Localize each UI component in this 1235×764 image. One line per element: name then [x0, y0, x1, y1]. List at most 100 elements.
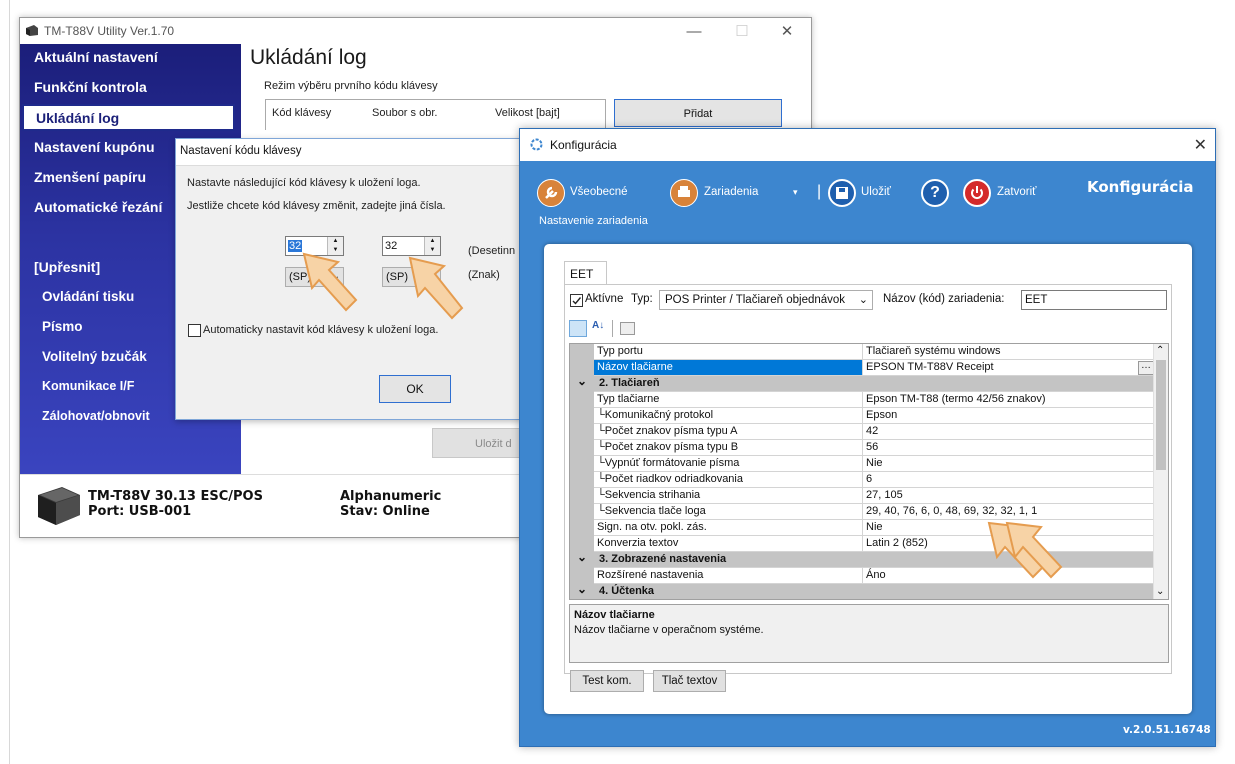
property-row[interactable]: Názov tlačiarne EPSON TM-T88V Receipt…	[570, 359, 1156, 376]
property-pages-icon[interactable]	[620, 322, 635, 335]
property-value[interactable]: 27, 105	[863, 488, 1156, 503]
chevron-down-icon[interactable]: ⌄	[1156, 586, 1164, 597]
chevron-up-icon[interactable]: ⌃	[1156, 345, 1164, 356]
print-text-button[interactable]: Tlač textov	[653, 670, 726, 692]
pointer-arrow-icon	[987, 521, 1063, 579]
property-category[interactable]: ⌄ 4. Účtenka	[570, 583, 1156, 599]
property-row[interactable]: └Komunikačný protokol Epson	[570, 407, 1156, 424]
collapse-chevron-icon[interactable]: ⌄	[570, 551, 594, 567]
property-value[interactable]: Tlačiareň systému windows	[863, 344, 1156, 359]
collapse-chevron-icon[interactable]: ⌄	[570, 583, 594, 599]
row-gutter	[570, 359, 594, 375]
property-row[interactable]: Rozšírené nastavenia Áno	[570, 567, 1156, 584]
nav-logo-store[interactable]: Ukládání log	[22, 104, 235, 131]
property-value[interactable]: 6	[863, 472, 1156, 487]
key-dialog-line2: Jestliže chcete kód klávesy změnit, zade…	[187, 200, 446, 212]
nav-font[interactable]: Písmo	[42, 319, 83, 334]
property-value[interactable]: Epson	[863, 408, 1156, 423]
col-image-file: Soubor s obr.	[372, 107, 438, 119]
type-select[interactable]: POS Printer / Tlačiareň objednávok ⌄	[659, 290, 873, 310]
ok-button[interactable]: OK	[379, 375, 451, 403]
property-name: └Počet znakov písma typu B	[594, 440, 863, 455]
settings-panel: EET Aktívne Typ: POS Printer / Tlačiareň…	[544, 244, 1192, 714]
background-divider	[9, 0, 10, 764]
nav-buzzer[interactable]: Volitelný bzučák	[42, 349, 147, 364]
logo-table-header: Kód klávesy Soubor s obr. Velikost [bajt…	[265, 99, 606, 130]
grid-scrollbar[interactable]: ⌃ ⌄	[1153, 344, 1168, 599]
nav-communication[interactable]: Komunikace I/F	[42, 379, 134, 393]
sort-alpha-icon[interactable]: A↓	[592, 320, 604, 331]
gear-icon	[530, 138, 543, 151]
konf-title: Konfigurácia	[550, 138, 617, 152]
auto-set-checkbox[interactable]	[188, 324, 201, 337]
nav-auto-cut[interactable]: Automatické řezání	[34, 199, 162, 215]
property-row[interactable]: └Sekvencia strihania 27, 105	[570, 487, 1156, 504]
device-name-input[interactable]: EET	[1021, 290, 1167, 310]
property-row[interactable]: └Počet znakov písma typu B 56	[570, 439, 1156, 456]
property-grid: Typ portu Tlačiareň systému windows Názov …	[569, 343, 1169, 600]
key2-up-icon[interactable]: ▲	[424, 237, 440, 246]
categorized-view-icon[interactable]	[569, 320, 587, 337]
browse-button[interactable]: …	[1138, 361, 1154, 375]
konf-close-icon[interactable]: ✕	[1194, 135, 1207, 155]
property-row[interactable]: Konverzia textov Latin 2 (852)	[570, 535, 1156, 552]
printer-model: TM-T88V 30.13 ESC/POS	[88, 489, 263, 504]
close-button[interactable]: ✕	[765, 20, 809, 44]
row-gutter	[570, 407, 594, 423]
maximize-button[interactable]: ☐	[720, 20, 764, 44]
scrollbar-thumb[interactable]	[1156, 360, 1166, 470]
property-row[interactable]: └Počet znakov písma typu A 42	[570, 423, 1156, 440]
description-text: Názov tlačiarne v operačnom systéme.	[574, 624, 764, 636]
property-name: └Komunikačný protokol	[594, 408, 863, 423]
property-name: Sign. na otv. pokl. zás.	[594, 520, 863, 535]
nav-logo-store-label: Ukládání log	[36, 110, 120, 126]
help-icon: ?	[921, 179, 949, 207]
key2-spinner[interactable]: 32 ▲ ▼	[382, 236, 441, 256]
row-gutter	[570, 519, 594, 535]
nav-function-check[interactable]: Funkční kontrola	[34, 79, 147, 95]
wrench-icon	[537, 179, 565, 207]
add-button[interactable]: Přidat	[614, 99, 782, 127]
property-row[interactable]: Sign. na otv. pokl. zás. Nie	[570, 519, 1156, 536]
collapse-chevron-icon[interactable]: ⌄	[570, 375, 594, 391]
test-com-button[interactable]: Test kom.	[570, 670, 644, 692]
property-row[interactable]: └Sekvencia tlače loga 29, 40, 76, 6, 0, 4…	[570, 503, 1156, 520]
key2-value[interactable]: 32	[385, 240, 397, 252]
nav-coupon-settings[interactable]: Nastavení kupónu	[34, 139, 155, 155]
property-value[interactable]: 42	[863, 424, 1156, 439]
printer-state: Stav: Online	[340, 504, 430, 519]
device-name-label: Názov (kód) zariadenia:	[883, 293, 1005, 305]
property-name: 2. Tlačiareň	[599, 377, 660, 389]
property-name: Konverzia textov	[594, 536, 863, 551]
property-category[interactable]: ⌄ 2. Tlačiareň	[570, 375, 1156, 392]
row-gutter	[570, 391, 594, 407]
property-value[interactable]: EPSON TM-T88V Receipt	[863, 360, 1156, 375]
key-dialog-line1: Nastavte následující kód klávesy k ulože…	[187, 177, 421, 189]
property-description: Názov tlačiarne Názov tlačiarne v operač…	[569, 604, 1169, 663]
property-value[interactable]: Nie	[863, 456, 1156, 471]
property-category[interactable]: ⌄ 3. Zobrazené nastavenia	[570, 551, 1156, 568]
property-value[interactable]: 56	[863, 440, 1156, 455]
minimize-button[interactable]: —	[672, 20, 716, 44]
property-row[interactable]: └Počet riadkov odriadkovania 6	[570, 471, 1156, 488]
chevron-down-icon[interactable]: ▾	[793, 187, 798, 198]
property-value[interactable]: Epson TM-T88 (termo 42/56 znakov)	[863, 392, 1156, 407]
row-gutter	[570, 344, 594, 359]
property-row[interactable]: Typ tlačiarne Epson TM-T88 (termo 42/56 z…	[570, 391, 1156, 408]
page-title: Ukládání log	[250, 46, 367, 69]
nav-paper-reduction[interactable]: Zmenšení papíru	[34, 169, 146, 185]
save-button[interactable]: Uložit d	[432, 428, 522, 458]
toolbar-devices-label: Zariadenia	[704, 186, 759, 198]
property-row[interactable]: Typ portu Tlačiareň systému windows	[570, 344, 1156, 360]
floppy-icon	[828, 179, 856, 207]
nav-backup-restore[interactable]: Zálohovat/obnovit	[42, 409, 150, 423]
nav-print-control[interactable]: Ovládání tisku	[42, 289, 134, 304]
col-key-code: Kód klávesy	[272, 107, 332, 119]
active-checkbox[interactable]	[570, 294, 583, 307]
konf-titlebar: Konfigurácia ✕	[520, 129, 1215, 161]
property-row[interactable]: └Vypnúť formátovanie písma Nie	[570, 455, 1156, 472]
key1-up-icon[interactable]: ▲	[327, 237, 343, 246]
nav-current-settings[interactable]: Aktuální nastavení	[34, 49, 158, 65]
type-select-value: POS Printer / Tlačiareň objednávok	[665, 294, 846, 306]
tab-eet[interactable]: EET	[564, 261, 607, 285]
